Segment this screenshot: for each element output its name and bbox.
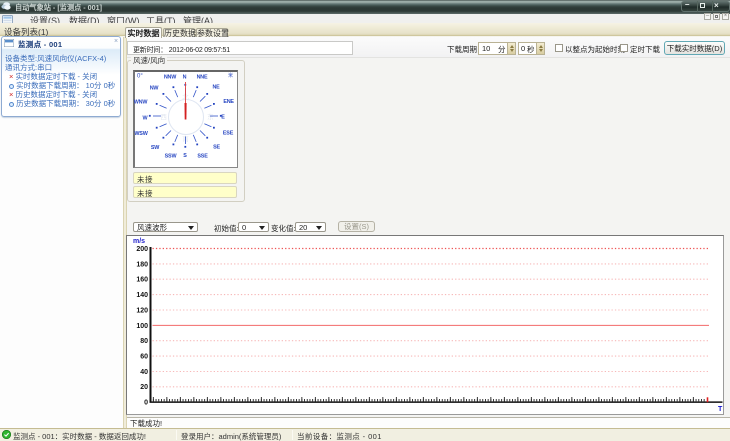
svg-text:T: T [718,406,723,413]
svg-text:40: 40 [140,369,148,376]
svg-text:NE: NE [212,85,220,91]
svg-text:20: 20 [140,384,148,391]
svg-text:SE: SE [213,145,220,151]
svg-text:NNW: NNW [164,75,177,81]
svg-text:S: S [183,153,187,159]
svg-text:120: 120 [136,307,148,314]
svg-text:E: E [221,115,225,121]
svg-text:60: 60 [140,354,148,361]
svg-text:WNW: WNW [134,100,149,106]
svg-text:0°: 0° [137,74,143,80]
svg-text:东: 东 [207,112,214,121]
svg-text:NW: NW [150,86,160,92]
svg-text:W: W [143,115,149,121]
svg-text:80: 80 [140,338,148,345]
svg-text:200: 200 [136,246,148,253]
svg-text:WSW: WSW [134,131,148,137]
svg-text:SW: SW [151,145,160,151]
svg-text:N: N [183,75,187,81]
svg-text:米: 米 [228,72,233,79]
svg-text:m/s: m/s [133,238,145,245]
svg-text:SSE: SSE [197,154,208,160]
svg-text:西: 西 [160,113,167,121]
svg-text:100: 100 [136,323,148,330]
svg-text:180: 180 [136,261,148,268]
svg-text:NNE: NNE [197,75,208,81]
svg-text:ESE: ESE [223,131,234,137]
svg-text:SSW: SSW [165,154,178,160]
svg-text:160: 160 [136,277,148,284]
svg-text:140: 140 [136,292,148,299]
svg-text:ENE: ENE [223,99,234,105]
svg-text:0: 0 [144,400,148,407]
